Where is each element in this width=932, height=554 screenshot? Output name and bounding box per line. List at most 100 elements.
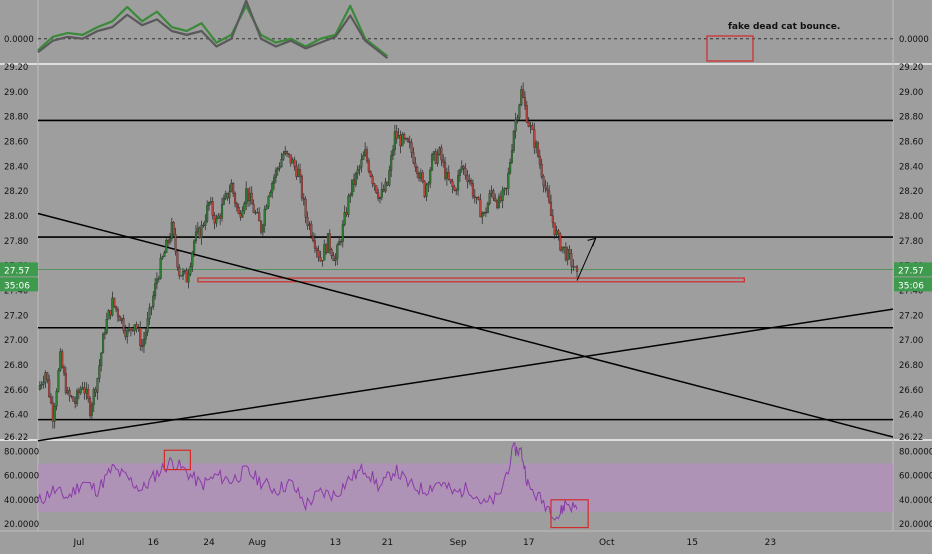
candle-body — [154, 283, 157, 297]
candle-body — [77, 390, 80, 394]
price-tick-left-12: 26.80 — [4, 361, 28, 371]
candle-body — [544, 185, 547, 189]
candle-body — [371, 176, 374, 184]
candle-body — [62, 367, 66, 374]
candle-body — [464, 168, 467, 176]
candle-body — [155, 278, 159, 284]
candle-body — [477, 196, 480, 200]
candle-body — [507, 172, 510, 189]
chart-canvas[interactable]: 0.0000 0.0000 fake dead cat bounce. 29.20 29… — [0, 0, 932, 550]
x-tick-8: Oct — [599, 538, 615, 548]
candle-body — [187, 274, 190, 283]
price-tick-left-10: 27.20 — [4, 311, 28, 321]
candle-body — [180, 275, 183, 277]
price-tick-right-13: 26.60 — [899, 386, 923, 396]
candle-body — [328, 233, 331, 250]
candle-body — [161, 256, 164, 259]
candle-body — [417, 173, 421, 179]
candle-body — [364, 149, 367, 156]
price-tick-left-1: 29.00 — [4, 88, 28, 98]
x-tick-9: 15 — [687, 538, 698, 548]
candle-body — [98, 365, 101, 379]
candle-body — [118, 316, 121, 321]
candle-body — [72, 396, 75, 402]
candle-body — [575, 266, 579, 272]
price-tick-left-3: 28.60 — [4, 137, 28, 147]
candle-body — [274, 169, 277, 178]
candle-body — [492, 190, 495, 199]
candle-body — [514, 119, 517, 132]
candle-body — [421, 172, 424, 182]
candle-body — [308, 223, 311, 226]
candle-body — [53, 406, 56, 422]
candle-body — [87, 388, 90, 399]
candle-body — [131, 329, 134, 331]
candle-body — [79, 388, 82, 394]
candle-body — [233, 193, 237, 204]
candle-body — [551, 215, 554, 223]
candle-body — [224, 192, 227, 199]
candle-body — [313, 240, 316, 249]
candle-body — [410, 142, 413, 153]
timer-label-left: 35:06 — [4, 281, 30, 291]
candle-body — [536, 142, 540, 157]
candle-body — [49, 396, 53, 404]
candle-body — [120, 317, 123, 321]
candle-body — [390, 155, 393, 171]
candle-body — [380, 189, 383, 198]
candle-body — [280, 159, 283, 168]
candle-body — [90, 404, 93, 416]
candle-body — [248, 192, 251, 201]
price-tick-left-6: 28.00 — [4, 212, 28, 222]
candle-body — [393, 131, 396, 151]
candle-body — [61, 351, 64, 368]
candle-body — [378, 197, 382, 199]
price-tick-left-14: 26.40 — [4, 411, 28, 421]
candle-body — [525, 105, 528, 123]
rsi-tick-left-0: 80.0000 — [4, 447, 39, 457]
candle-body — [191, 252, 194, 267]
candle-body — [388, 170, 391, 186]
price-tick-right-2: 28.80 — [899, 113, 923, 123]
price-tick-right-6: 28.00 — [899, 212, 923, 222]
candle-body — [321, 260, 324, 262]
candle-body — [217, 215, 220, 219]
candle-body — [241, 210, 244, 218]
candle-body — [414, 162, 417, 168]
candle-body — [141, 345, 144, 347]
rsi-tick-left-2: 40.0000 — [4, 496, 39, 506]
rsi-tick-right-2: 40.0000 — [899, 496, 932, 506]
candle-body — [48, 379, 51, 398]
candle-body — [116, 309, 119, 317]
candle-body — [432, 151, 435, 155]
candle-body — [336, 244, 339, 259]
candle-body — [174, 234, 177, 252]
candle-body — [289, 154, 292, 164]
trading-chart[interactable]: 0.0000 0.0000 fake dead cat bounce. 29.20 29… — [0, 0, 932, 550]
candle-body — [122, 317, 125, 331]
candle-body — [92, 389, 95, 406]
price-tick-left-0: 29.20 — [4, 63, 28, 73]
candle-body — [167, 240, 170, 243]
price-tick-right-4: 28.40 — [899, 162, 923, 172]
price-tick-left-13: 26.60 — [4, 386, 28, 396]
candle-body — [445, 172, 448, 179]
candle-body — [548, 190, 551, 203]
candle-body — [319, 256, 322, 262]
candle-body — [462, 166, 465, 169]
candle-body — [436, 154, 439, 164]
candle-body — [501, 189, 504, 201]
candle-body — [531, 125, 534, 130]
candle-body — [100, 352, 103, 366]
candle-body — [137, 327, 140, 329]
candle-body — [468, 180, 471, 182]
candle-body — [207, 202, 211, 206]
candle-body — [85, 388, 88, 394]
candle-body — [488, 193, 491, 204]
x-tick-7: 17 — [523, 538, 534, 548]
candle-body — [408, 141, 411, 143]
candle-body — [529, 125, 532, 127]
candle-body — [88, 398, 92, 416]
candle-body — [509, 162, 512, 174]
candle-body — [453, 186, 456, 191]
